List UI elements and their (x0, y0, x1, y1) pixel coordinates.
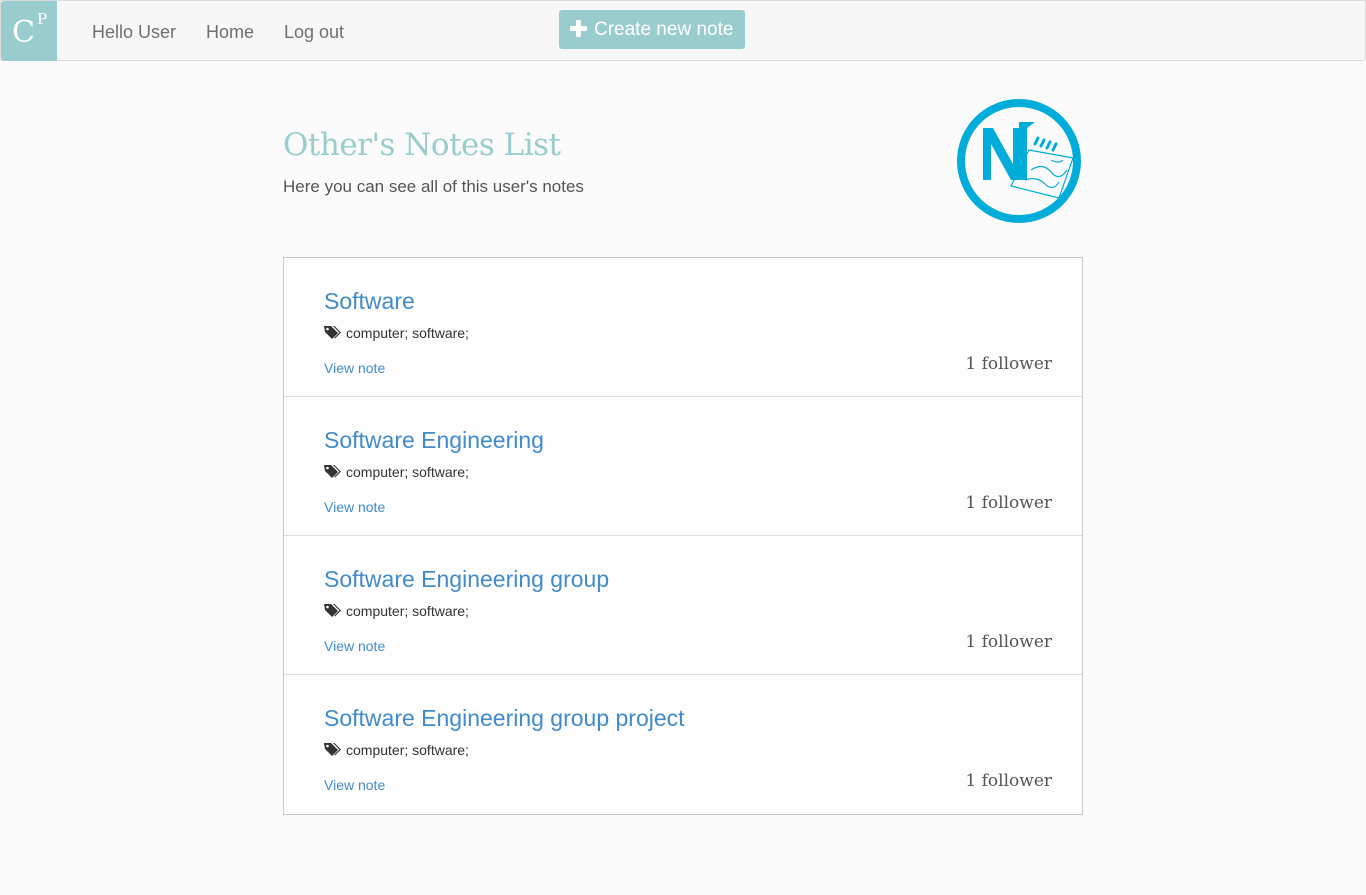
tags-icon (324, 465, 341, 478)
notes-list: Software computer; software; View note 1… (283, 257, 1083, 815)
nav-logout-link[interactable]: Log out (284, 21, 344, 43)
navbar: C P Hello User Home Log out Create new n… (0, 0, 1366, 61)
page-title: Other's Notes List (283, 127, 561, 163)
plus-icon (570, 20, 587, 37)
note-tags: computer; software; (324, 463, 469, 481)
create-note-label: Create new note (594, 19, 734, 40)
note-list-item: Software computer; software; View note 1… (284, 258, 1082, 397)
note-list-item: Software Engineering computer; software;… (284, 397, 1082, 536)
note-list-item: Software Engineering group computer; sof… (284, 536, 1082, 675)
brand-logo[interactable]: C P (1, 1, 57, 61)
nav-home-link[interactable]: Home (206, 21, 254, 43)
follower-count: 1 follower (965, 354, 1052, 374)
note-tags: computer; software; (324, 602, 469, 620)
follower-count: 1 follower (965, 632, 1052, 652)
note-tags-text: computer; software; (346, 603, 469, 619)
note-tags-text: computer; software; (346, 464, 469, 480)
notes-app-logo-icon (957, 99, 1081, 223)
note-title-link[interactable]: Software Engineering group project (324, 705, 685, 732)
brand-letter: C (12, 15, 35, 50)
note-title-link[interactable]: Software Engineering group (324, 566, 609, 593)
note-tags: computer; software; (324, 741, 469, 759)
note-tags: computer; software; (324, 324, 469, 342)
create-note-button[interactable]: Create new note (559, 10, 745, 49)
note-tags-text: computer; software; (346, 325, 469, 341)
follower-count: 1 follower (965, 771, 1052, 791)
follower-count: 1 follower (965, 493, 1052, 513)
page-subtitle: Here you can see all of this user's note… (283, 177, 584, 196)
brand-superscript: P (37, 10, 48, 28)
tags-icon (324, 326, 341, 339)
view-note-link[interactable]: View note (324, 360, 385, 377)
tags-icon (324, 604, 341, 617)
tags-icon (324, 743, 341, 756)
view-note-link[interactable]: View note (324, 499, 385, 516)
note-title-link[interactable]: Software (324, 288, 415, 315)
note-title-link[interactable]: Software Engineering (324, 427, 544, 454)
nav-greeting[interactable]: Hello User (92, 21, 176, 43)
note-list-item: Software Engineering group project compu… (284, 675, 1082, 814)
view-note-link[interactable]: View note (324, 638, 385, 655)
note-tags-text: computer; software; (346, 742, 469, 758)
view-note-link[interactable]: View note (324, 777, 385, 794)
